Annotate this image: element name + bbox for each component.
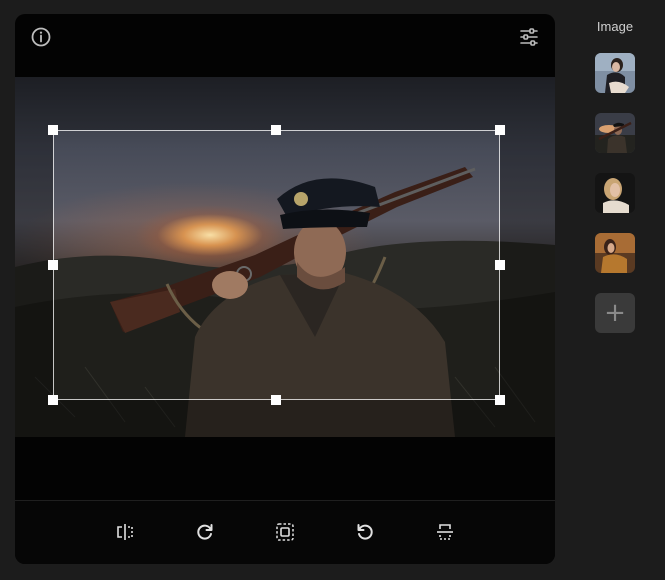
crop-fit-icon[interactable]: [274, 521, 296, 543]
crop-handle-top-right[interactable]: [495, 125, 505, 135]
info-icon[interactable]: [30, 26, 52, 48]
crop-handle-right[interactable]: [495, 260, 505, 270]
rotate-clockwise-icon[interactable]: [194, 521, 216, 543]
crop-handle-bottom-right[interactable]: [495, 395, 505, 405]
thumbnail-blonde-woman[interactable]: [595, 173, 635, 213]
edit-toolbar: [15, 500, 555, 564]
thumbnail-woman-gold-dress[interactable]: [595, 233, 635, 273]
image-editor: [15, 14, 555, 564]
rotate-counterclockwise-icon[interactable]: [354, 521, 376, 543]
crop-handle-top[interactable]: [271, 125, 281, 135]
thumbnail-soldier[interactable]: [595, 113, 635, 153]
sliders-icon[interactable]: [518, 26, 540, 48]
crop-frame[interactable]: [53, 130, 500, 400]
crop-handle-top-left[interactable]: [48, 125, 58, 135]
plus-icon: +: [604, 298, 626, 328]
flip-horizontal-icon[interactable]: [114, 521, 136, 543]
add-image-button[interactable]: +: [595, 293, 635, 333]
thumbnail-woman-sitting[interactable]: [595, 53, 635, 93]
panel-title: Image: [596, 19, 634, 34]
crop-handle-bottom-left[interactable]: [48, 395, 58, 405]
flip-vertical-icon[interactable]: [434, 521, 456, 543]
crop-handle-left[interactable]: [48, 260, 58, 270]
crop-handle-bottom[interactable]: [271, 395, 281, 405]
